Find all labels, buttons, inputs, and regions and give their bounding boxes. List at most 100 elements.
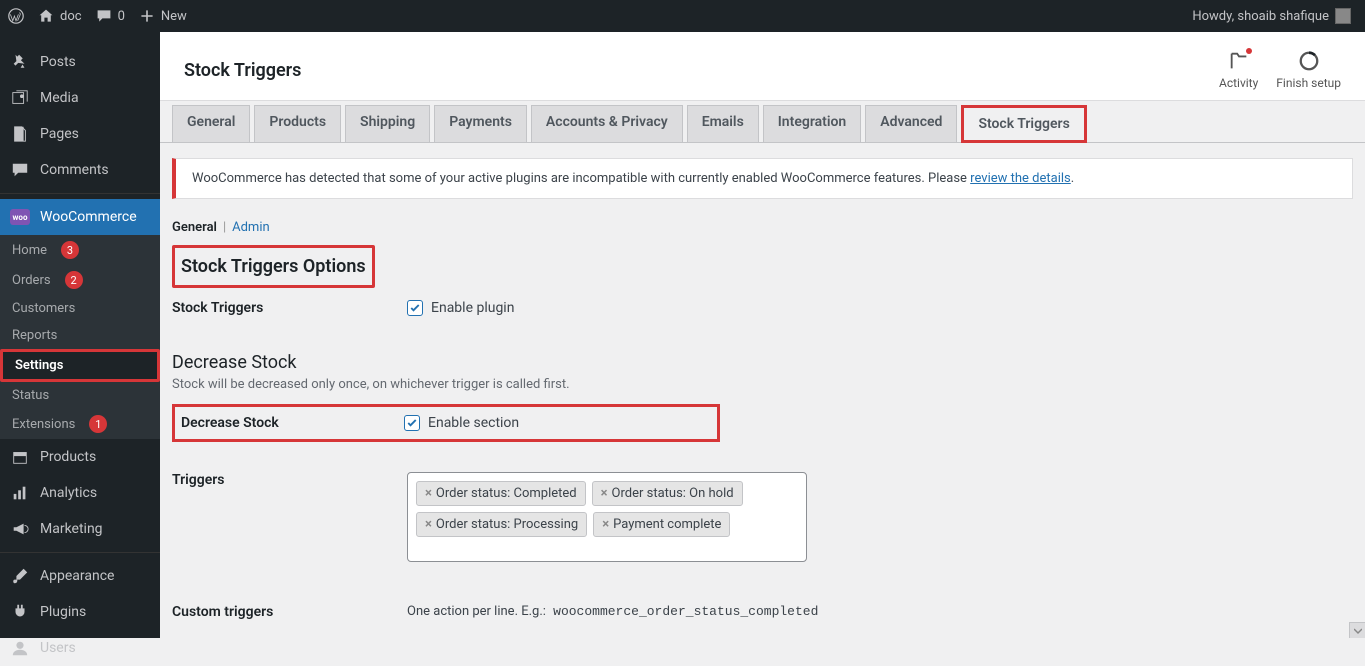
new-label: New <box>161 9 187 24</box>
menu-separator <box>0 193 160 194</box>
notice-link[interactable]: review the details <box>970 171 1071 186</box>
tab-advanced[interactable]: Advanced <box>865 105 957 142</box>
scroll-corner[interactable] <box>1349 622 1365 638</box>
tag-trigger: ×Order status: Processing <box>416 512 587 537</box>
badge-home: 3 <box>61 241 79 259</box>
admin-bar-left: doc 0 New <box>8 8 187 24</box>
sidebar-item-pages[interactable]: Pages <box>0 116 160 152</box>
main-content: Stock Triggers Activity Finish setup <box>160 32 1365 638</box>
sidebar-item-label: Products <box>40 449 96 465</box>
woocommerce-submenu: Home 3 Orders2 Customers Reports Settings… <box>0 235 160 439</box>
comments-link[interactable]: 0 <box>96 8 125 24</box>
tab-integration[interactable]: Integration <box>763 105 861 142</box>
sidebar-item-marketing[interactable]: Marketing <box>0 511 160 547</box>
tab-accounts[interactable]: Accounts & Privacy <box>531 105 683 142</box>
row-decrease-stock: Decrease Stock Enable section <box>172 404 1353 442</box>
tag-remove-icon[interactable]: × <box>602 517 609 532</box>
triggers-multiselect[interactable]: ×Order status: Completed ×Order status: … <box>407 472 807 562</box>
checkbox-enable-plugin[interactable] <box>407 300 423 316</box>
page-icon <box>10 124 30 144</box>
sidebar-item-label: Marketing <box>40 521 103 537</box>
sidebar-item-posts[interactable]: Posts <box>0 44 160 80</box>
new-link[interactable]: New <box>139 8 187 24</box>
tag-label: Payment complete <box>613 517 721 532</box>
sidebar-item-label: Pages <box>40 126 79 142</box>
menu-separator <box>0 552 160 553</box>
plus-icon <box>139 8 155 24</box>
woocommerce-icon: woo <box>10 207 30 227</box>
tag-remove-icon[interactable]: × <box>425 486 432 501</box>
sidebar-item-plugins[interactable]: Plugins <box>0 594 160 630</box>
tag-remove-icon[interactable]: × <box>601 486 608 501</box>
sidebar-item-customers[interactable]: Customers <box>0 295 160 322</box>
hint-code: woocommerce_order_status_completed <box>549 602 822 621</box>
tab-products[interactable]: Products <box>254 105 341 142</box>
checkbox-label-enable-plugin: Enable plugin <box>431 300 514 316</box>
hint-pre: One action per line. E.g.: <box>407 604 549 619</box>
badge-orders: 2 <box>65 271 83 289</box>
tag-label: Order status: On hold <box>612 486 734 501</box>
sidebar-item-comments[interactable]: Comments <box>0 152 160 188</box>
activity-label: Activity <box>1219 76 1258 90</box>
notice-tail: . <box>1071 171 1074 186</box>
tab-stock-triggers[interactable]: Stock Triggers <box>961 105 1086 143</box>
howdy-label: Howdy, shoaib shafique <box>1192 9 1329 24</box>
sidebar-item-orders[interactable]: Orders2 <box>0 265 160 295</box>
sidebar-item-settings[interactable]: Settings <box>0 349 160 382</box>
sidebar-item-analytics[interactable]: Analytics <box>0 475 160 511</box>
settings-body: Stock Triggers Options Stock Triggers En… <box>160 241 1365 638</box>
sidebar-item-appearance[interactable]: Appearance <box>0 558 160 594</box>
section-title-options: Stock Triggers Options <box>172 245 375 288</box>
checkbox-enable-section[interactable] <box>404 415 420 431</box>
sidebar-item-label: Users <box>40 640 76 656</box>
admin-bar-right: Howdy, shoaib shafique <box>1192 8 1357 24</box>
sidebar-item-extensions[interactable]: Extensions1 <box>0 409 160 439</box>
pin-icon <box>10 52 30 72</box>
sidebar-item-label: Plugins <box>40 604 86 620</box>
site-link[interactable]: doc <box>38 8 82 24</box>
sidebar-item-media[interactable]: Media <box>0 80 160 116</box>
progress-icon <box>1298 50 1320 72</box>
sidebar-item-label: WooCommerce <box>40 209 137 225</box>
tab-general[interactable]: General <box>172 105 250 142</box>
sidebar-item-users[interactable]: Users <box>0 630 160 666</box>
archive-icon <box>10 447 30 467</box>
section-subnav: General|Admin <box>160 214 1365 241</box>
sidebar-item-products[interactable]: Products <box>0 439 160 475</box>
sidebar-item-status[interactable]: Status <box>0 382 160 409</box>
sidebar-item-home[interactable]: Home 3 <box>0 235 160 265</box>
tag-remove-icon[interactable]: × <box>425 517 432 532</box>
sidebar-item-label: Status <box>12 388 49 403</box>
subnav-admin[interactable]: Admin <box>232 220 270 235</box>
page-header: Stock Triggers Activity Finish setup <box>160 32 1365 101</box>
label-stock-triggers: Stock Triggers <box>172 300 407 316</box>
finish-setup-button[interactable]: Finish setup <box>1276 50 1341 90</box>
tag-trigger: × Payment complete <box>593 512 730 537</box>
page-title: Stock Triggers <box>184 60 301 81</box>
sidebar-item-label: Reports <box>12 328 57 343</box>
subnav-general[interactable]: General <box>172 220 217 235</box>
plug-icon <box>10 602 30 622</box>
error-notice: WooCommerce has detected that some of yo… <box>172 158 1353 199</box>
howdy-link[interactable]: Howdy, shoaib shafique <box>1192 8 1351 24</box>
settings-tabs: General Products Shipping Payments Accou… <box>160 101 1365 143</box>
home-icon <box>38 8 54 24</box>
row-custom-triggers: Custom triggers One action per line. E.g… <box>172 592 1353 632</box>
wp-logo[interactable] <box>8 8 24 24</box>
sidebar-item-woocommerce[interactable]: woo WooCommerce <box>0 199 160 235</box>
brush-icon <box>10 566 30 586</box>
tab-emails[interactable]: Emails <box>687 105 759 142</box>
sidebar-item-reports[interactable]: Reports <box>0 322 160 349</box>
tab-payments[interactable]: Payments <box>434 105 527 142</box>
tag-trigger: × Order status: On hold <box>592 481 743 506</box>
sidebar-item-label: Appearance <box>40 568 114 584</box>
sidebar-item-label: Comments <box>40 162 109 178</box>
tab-shipping[interactable]: Shipping <box>345 105 430 142</box>
comment-icon <box>10 160 30 180</box>
sidebar-item-label: Analytics <box>40 485 97 501</box>
sidebar-item-label: Customers <box>12 301 75 316</box>
section-title-decrease: Decrease Stock <box>172 352 1353 373</box>
label-triggers: Triggers <box>172 472 407 488</box>
activity-button[interactable]: Activity <box>1219 50 1258 90</box>
sidebar-item-label: Home <box>12 243 47 258</box>
